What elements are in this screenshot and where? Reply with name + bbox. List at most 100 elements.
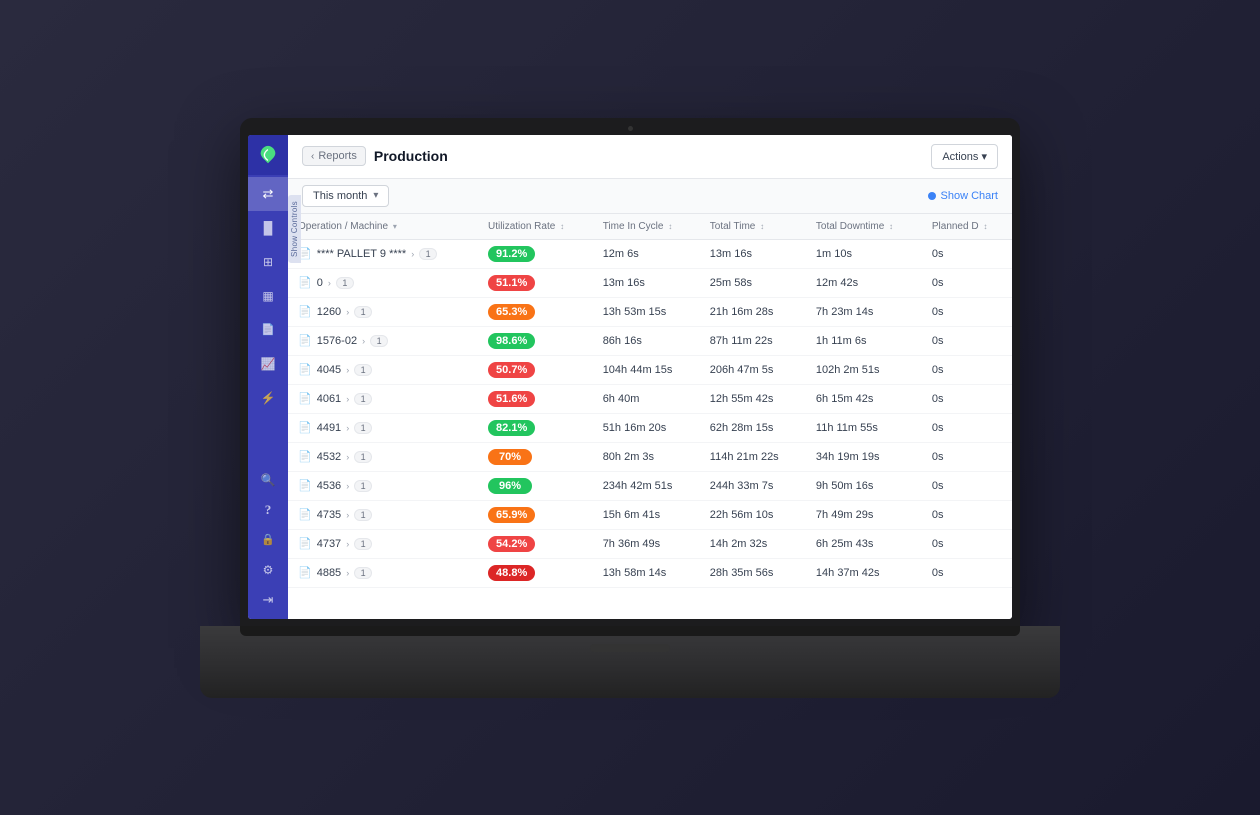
cell-time-in-cycle: 12m 6s: [593, 239, 700, 268]
cell-planned: 0s: [922, 355, 1012, 384]
table-row[interactable]: 📄 4536 › 1 96%234h 42m 51s244h 33m 7s9h …: [288, 471, 1012, 500]
col-header-time-in-cycle[interactable]: Time In Cycle ↕: [593, 214, 700, 240]
cell-total-time: 25m 58s: [700, 268, 806, 297]
sidebar-item-filter[interactable]: ⇄: [248, 177, 288, 211]
cell-time-in-cycle: 13m 16s: [593, 268, 700, 297]
sidebar-item-chart[interactable]: ▐▌: [248, 211, 288, 245]
col-header-total-downtime[interactable]: Total Downtime ↕: [806, 214, 922, 240]
cell-name: 📄 4536 › 1: [288, 471, 478, 500]
reports-back-button[interactable]: ‹ Reports: [302, 146, 366, 166]
badge-count: 1: [354, 509, 372, 521]
actions-button[interactable]: Actions ▾: [931, 144, 998, 169]
expand-arrow: ›: [346, 481, 349, 491]
badge-count: 1: [354, 422, 372, 434]
cell-planned: 0s: [922, 500, 1012, 529]
gear-icon: ⚙: [263, 563, 274, 577]
filter-bar: This month ▾ Show Chart: [288, 179, 1012, 214]
col-header-total-time[interactable]: Total Time ↕: [700, 214, 806, 240]
cell-total-time: 22h 56m 10s: [700, 500, 806, 529]
cell-planned: 0s: [922, 442, 1012, 471]
cell-total-time: 87h 11m 22s: [700, 326, 806, 355]
sort-icon-name: ▾: [393, 222, 397, 231]
cell-name: 📄 0 › 1: [288, 268, 478, 297]
sidebar-item-search[interactable]: 🔍: [248, 465, 288, 495]
cell-total-time: 14h 2m 32s: [700, 529, 806, 558]
table-row[interactable]: 📄 4045 › 1 50.7%104h 44m 15s206h 47m 5s1…: [288, 355, 1012, 384]
badge-count: 1: [419, 248, 437, 260]
expand-arrow: ›: [411, 249, 414, 259]
cell-total-time: 21h 16m 28s: [700, 297, 806, 326]
cell-planned: 0s: [922, 529, 1012, 558]
cell-name: 📄 **** PALLET 9 **** › 1: [288, 239, 478, 268]
table-row[interactable]: 📄 1576-02 › 1 98.6%86h 16s87h 11m 22s1h …: [288, 326, 1012, 355]
table-row[interactable]: 📄 4061 › 1 51.6%6h 40m12h 55m 42s6h 15m …: [288, 384, 1012, 413]
cell-name: 📄 4045 › 1: [288, 355, 478, 384]
table-row[interactable]: 📄 4885 › 1 48.8%13h 58m 14s28h 35m 56s14…: [288, 558, 1012, 587]
sidebar-item-help[interactable]: ?: [248, 495, 288, 525]
layers-icon: ▦: [262, 289, 273, 303]
cell-utilization: 50.7%: [478, 355, 593, 384]
sidebar-item-lock[interactable]: 🔒: [248, 525, 288, 555]
sidebar-logo[interactable]: [248, 135, 288, 175]
cell-total-downtime: 34h 19m 19s: [806, 442, 922, 471]
cell-planned: 0s: [922, 384, 1012, 413]
col-header-planned[interactable]: Planned D ↕: [922, 214, 1012, 240]
expand-arrow: ›: [346, 452, 349, 462]
cell-total-downtime: 7h 23m 14s: [806, 297, 922, 326]
cell-planned: 0s: [922, 326, 1012, 355]
show-chart-button[interactable]: Show Chart: [928, 190, 998, 202]
row-name-label: 0: [317, 277, 323, 289]
badge-count: 1: [354, 567, 372, 579]
cell-total-downtime: 102h 2m 51s: [806, 355, 922, 384]
utilization-badge: 65.9%: [488, 507, 535, 523]
cell-total-time: 13m 16s: [700, 239, 806, 268]
expand-arrow: ›: [346, 394, 349, 404]
col-header-utilization[interactable]: Utilization Rate ↕: [478, 214, 593, 240]
sidebar-item-grid[interactable]: ⊞: [248, 245, 288, 279]
doc-icon: 📄: [298, 450, 312, 463]
month-filter-label: This month: [313, 190, 367, 202]
sidebar-item-logout[interactable]: ⇥: [248, 585, 288, 615]
cell-utilization: 91.2%: [478, 239, 593, 268]
cell-total-downtime: 9h 50m 16s: [806, 471, 922, 500]
grid-icon: ⊞: [263, 255, 273, 269]
sidebar-item-settings[interactable]: ⚙: [248, 555, 288, 585]
chevron-left-icon: ‹: [311, 151, 314, 162]
chevron-down-icon: ▾: [373, 190, 378, 201]
table-row[interactable]: 📄 4491 › 1 82.1%51h 16m 20s62h 28m 15s11…: [288, 413, 1012, 442]
table-row[interactable]: 📄 4737 › 1 54.2%7h 36m 49s14h 2m 32s6h 2…: [288, 529, 1012, 558]
cell-name: 📄 4885 › 1: [288, 558, 478, 587]
sidebar-item-layers[interactable]: ▦: [248, 279, 288, 313]
doc-icon: 📄: [298, 537, 312, 550]
sort-icon-tt: ↕: [760, 222, 764, 231]
cell-planned: 0s: [922, 558, 1012, 587]
cell-time-in-cycle: 80h 2m 3s: [593, 442, 700, 471]
lock-icon: 🔒: [261, 533, 275, 546]
help-icon: ?: [265, 502, 272, 518]
cell-utilization: 98.6%: [478, 326, 593, 355]
cell-total-downtime: 6h 15m 42s: [806, 384, 922, 413]
sidebar-item-file[interactable]: 📄: [248, 313, 288, 347]
sidebar-item-lightning[interactable]: ⚡: [248, 381, 288, 415]
show-controls-tab[interactable]: Show Controls: [288, 195, 301, 263]
expand-arrow: ›: [362, 336, 365, 346]
cell-time-in-cycle: 86h 16s: [593, 326, 700, 355]
cell-utilization: 48.8%: [478, 558, 593, 587]
cell-name: 📄 1576-02 › 1: [288, 326, 478, 355]
col-header-name[interactable]: Operation / Machine ▾: [288, 214, 478, 240]
table-row[interactable]: 📄 **** PALLET 9 **** › 1 91.2%12m 6s13m …: [288, 239, 1012, 268]
table-row[interactable]: 📄 4735 › 1 65.9%15h 6m 41s22h 56m 10s7h …: [288, 500, 1012, 529]
table-row[interactable]: 📄 1260 › 1 65.3%13h 53m 15s21h 16m 28s7h…: [288, 297, 1012, 326]
cell-total-downtime: 14h 37m 42s: [806, 558, 922, 587]
cell-time-in-cycle: 104h 44m 15s: [593, 355, 700, 384]
cell-planned: 0s: [922, 471, 1012, 500]
table-row[interactable]: 📄 4532 › 1 70%80h 2m 3s114h 21m 22s34h 1…: [288, 442, 1012, 471]
cell-name: 📄 4061 › 1: [288, 384, 478, 413]
badge-count: 1: [354, 393, 372, 405]
utilization-badge: 51.6%: [488, 391, 535, 407]
row-name-label: 4061: [317, 393, 341, 405]
sidebar-item-analytics[interactable]: 📈: [248, 347, 288, 381]
doc-icon: 📄: [298, 392, 312, 405]
month-filter[interactable]: This month ▾: [302, 185, 389, 207]
table-row[interactable]: 📄 0 › 1 51.1%13m 16s25m 58s12m 42s0s: [288, 268, 1012, 297]
